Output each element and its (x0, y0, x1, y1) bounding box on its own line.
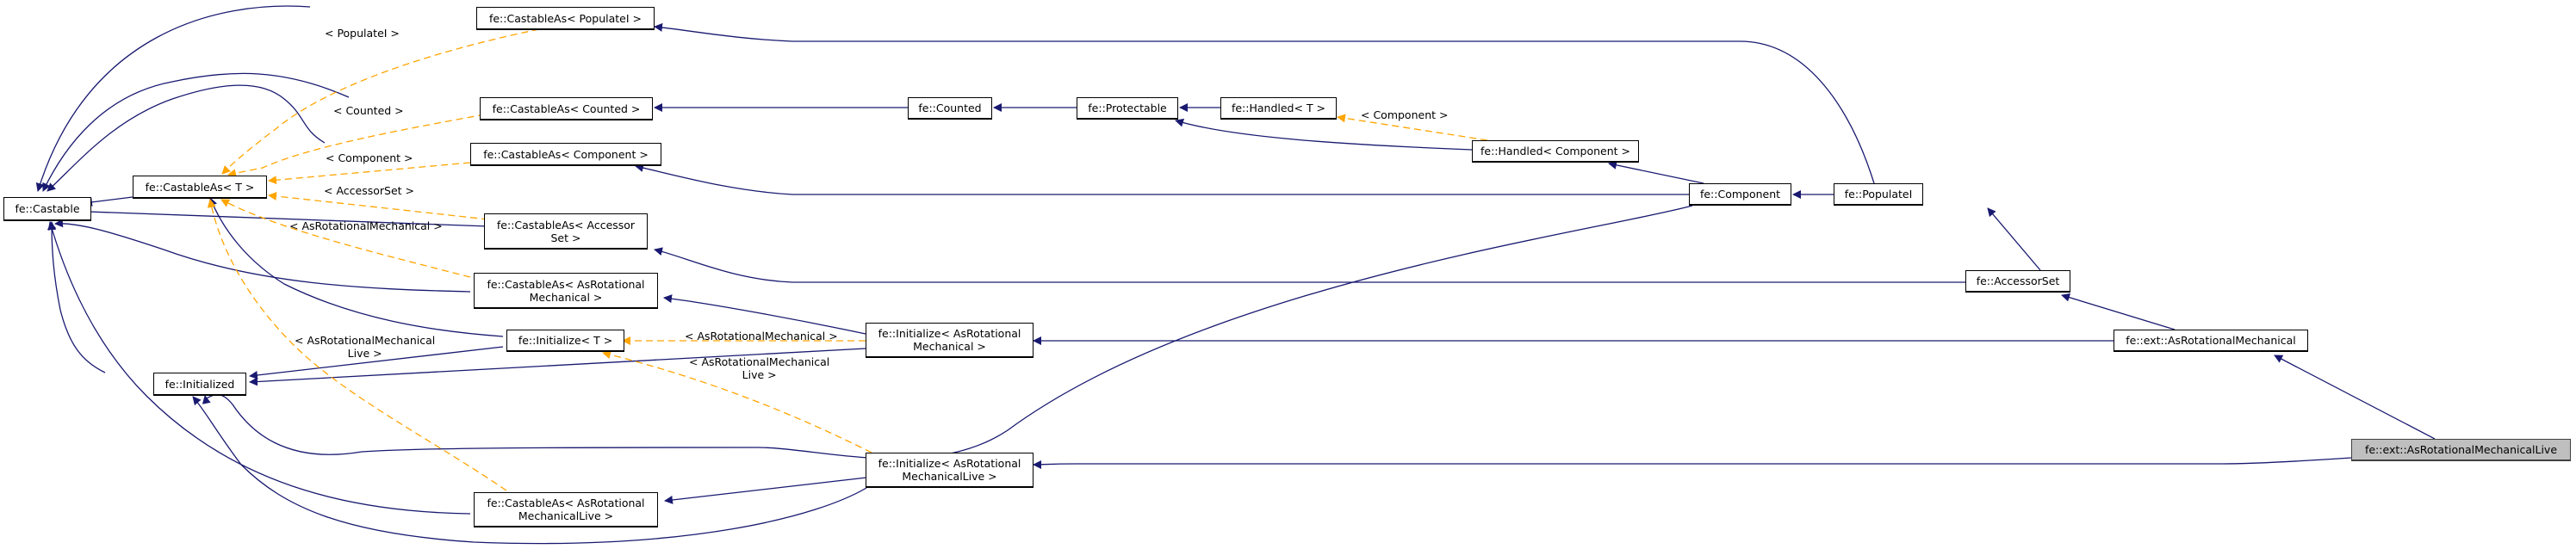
node-asrotationalmechanical[interactable]: fe::ext::AsRotationalMechanical (2114, 330, 2308, 352)
edge-arm-to-castableas-arm (663, 294, 866, 335)
node-castableas-accessorset[interactable]: fe::CastableAs< Accessor Set > (484, 213, 648, 250)
edge-layer (35, 5, 2436, 545)
node-asrotationalmechanicallive: fe::ext::AsRotationalMechanicalLive (2351, 439, 2571, 461)
edge-component-to-castableas-component (635, 163, 1689, 195)
node-protectable[interactable]: fe::Protectable (1077, 97, 1178, 120)
edge-label-init-arm: < AsRotationalMechanical > (685, 330, 838, 342)
edge-arml-to-initialize-arml (1033, 457, 2352, 469)
tedge-counted-to-castableas-t (227, 114, 486, 178)
node-castableas-t[interactable]: fe::CastableAs< T > (133, 176, 267, 199)
edge-arml-to-arm (2274, 355, 2436, 440)
edge-castableas-counted-to-castable (42, 72, 350, 192)
edge-accessorset-to-castableas-accessorset (654, 247, 1965, 283)
edge-initialize-arml-to-castableas-arml (664, 477, 867, 504)
edge-label-populatei: < PopulateI > (325, 27, 400, 40)
edge-label-arm: < AsRotationalMechanical > (289, 219, 443, 232)
edge-label-arml: < AsRotationalMechanical Live > (295, 334, 436, 360)
node-counted[interactable]: fe::Counted (908, 97, 992, 120)
node-initialize-arm[interactable]: fe::Initialize< AsRotational Mechanical … (866, 323, 1034, 358)
edge-label-handled-component: < Component > (1361, 108, 1449, 121)
edge-accessorset-to-populatei (1987, 207, 2041, 271)
edge-label-init-arml: < AsRotationalMechanical Live > (689, 355, 830, 381)
edge-label-counted: < Counted > (333, 104, 404, 117)
node-castableas-arm[interactable]: fe::CastableAs< AsRotational Mechanical … (474, 273, 658, 309)
node-populatei[interactable]: fe::PopulateI (1834, 183, 1923, 206)
node-initialize-arml[interactable]: fe::Initialize< AsRotational MechanicalL… (866, 453, 1034, 488)
node-castableas-counted[interactable]: fe::CastableAs< Counted > (480, 97, 653, 120)
node-castableas-populatei[interactable]: fe::CastableAs< PopulateI > (476, 7, 655, 30)
tedge-accessorset-to-castableas-t (268, 192, 489, 220)
edge-castableas-t-to-castable (84, 196, 133, 207)
edge-castableas-arm-to-castable (54, 219, 471, 293)
node-castable[interactable]: fe::Castable (3, 197, 91, 221)
edge-arm-to-accessorset (2061, 293, 2176, 330)
tedge-component-to-castableas-t (268, 162, 471, 185)
node-handled-t[interactable]: fe::Handled< T > (1220, 97, 1337, 120)
node-initialize-t[interactable]: fe::Initialize< T > (506, 330, 624, 352)
node-component[interactable]: fe::Component (1689, 183, 1791, 206)
node-accessorset[interactable]: fe::AccessorSet (1965, 270, 2070, 293)
node-initialized[interactable]: fe::Initialized (153, 373, 246, 396)
edge-handled-component-to-protectable (1175, 118, 1473, 151)
node-castableas-arml[interactable]: fe::CastableAs< AsRotational MechanicalL… (474, 492, 658, 527)
node-handled-component[interactable]: fe::Handled< Component > (1472, 140, 1639, 163)
edge-label-accessorset: < AccessorSet > (324, 184, 414, 197)
node-castableas-component[interactable]: fe::CastableAs< Component > (470, 143, 661, 166)
edge-label-component: < Component > (326, 151, 413, 164)
edge-component-to-handled-component (1608, 160, 1704, 184)
